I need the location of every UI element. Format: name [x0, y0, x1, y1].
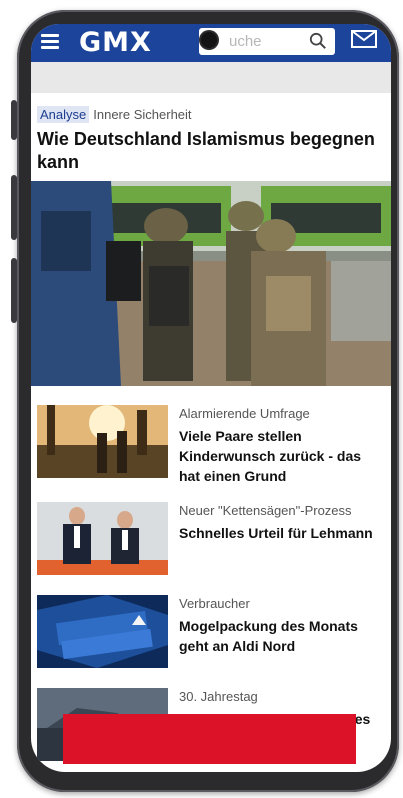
article-kicker: Neuer "Kettensägen"-Prozess	[179, 503, 352, 518]
article-thumbnail	[37, 595, 168, 668]
lead-tag-row: Analyse Innere Sicherheit	[37, 106, 192, 124]
lead-category: Innere Sicherheit	[93, 107, 192, 122]
mail-icon[interactable]	[351, 30, 377, 48]
logo[interactable]: GMX	[79, 27, 152, 58]
screen: GMX uche Analyse Innere Sicherheit Wie De…	[31, 24, 391, 772]
ad-banner[interactable]	[63, 714, 356, 764]
article-title[interactable]: Viele Paare stellen Kinderwunsch zurück …	[179, 426, 379, 486]
search-input[interactable]: uche	[199, 28, 335, 55]
search-placeholder: uche	[229, 33, 262, 50]
volume-up-button	[11, 175, 17, 240]
volume-down-button	[11, 258, 17, 323]
article-kicker: 30. Jahrestag	[179, 689, 258, 704]
subheader-bar	[31, 62, 391, 93]
article-kicker: Alarmierende Umfrage	[179, 406, 310, 421]
article-thumbnail	[37, 405, 168, 478]
article-thumbnail	[37, 502, 168, 575]
lead-headline[interactable]: Wie Deutschland Islamismus begegnen kann	[37, 128, 377, 174]
article-title[interactable]: Schnelles Urteil für Lehmann	[179, 523, 379, 543]
menu-icon[interactable]	[41, 32, 61, 52]
analyse-tag: Analyse	[37, 106, 90, 123]
phone-side-button	[11, 100, 17, 140]
article-kicker: Verbraucher	[179, 596, 250, 611]
search-icon[interactable]	[309, 32, 327, 50]
lead-image[interactable]	[31, 181, 391, 386]
front-camera	[201, 32, 217, 48]
article-title[interactable]: Mogelpackung des Monats geht an Aldi Nor…	[179, 616, 379, 656]
